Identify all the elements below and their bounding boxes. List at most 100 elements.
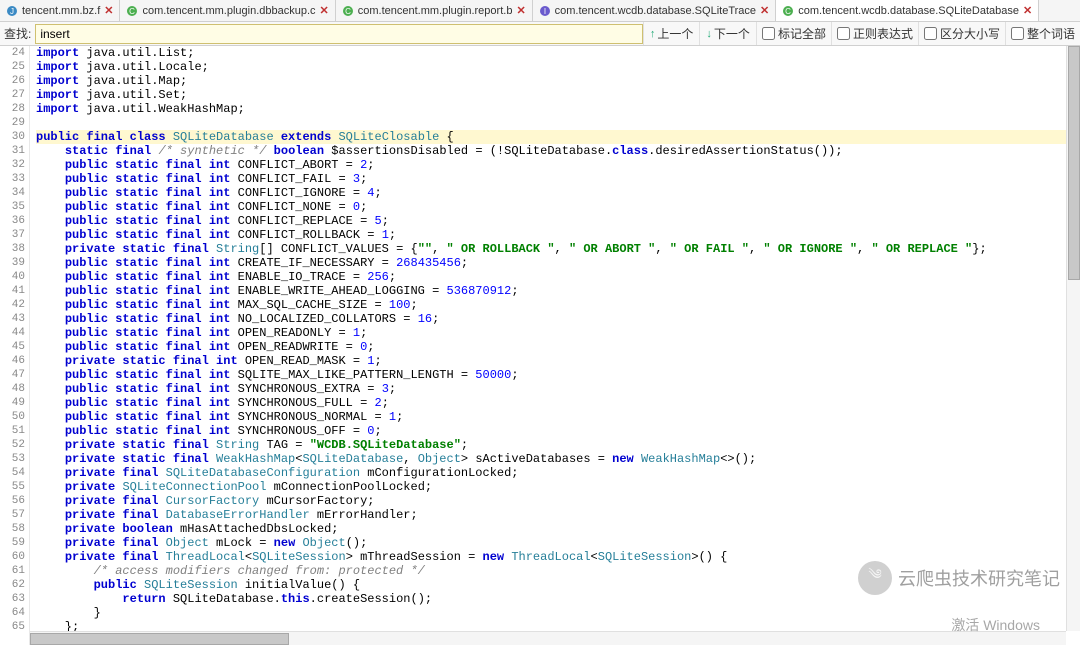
svg-text:J: J (10, 7, 14, 16)
line-number: 31 (0, 144, 25, 158)
editor-tab[interactable]: Icom.tencent.wcdb.database.SQLiteTrace ✕ (533, 0, 777, 21)
file-type-icon: C (782, 5, 794, 17)
close-icon[interactable]: ✕ (320, 4, 329, 17)
horizontal-scrollbar[interactable] (30, 631, 1066, 645)
code-line[interactable]: import java.util.WeakHashMap; (36, 102, 1080, 116)
code-line[interactable]: private static final String TAG = "WCDB.… (36, 438, 1080, 452)
file-type-icon: C (126, 5, 138, 17)
line-number: 26 (0, 74, 25, 88)
code-line[interactable]: private SQLiteConnectionPool mConnection… (36, 480, 1080, 494)
line-number: 42 (0, 298, 25, 312)
line-number: 30 (0, 130, 25, 144)
close-icon[interactable]: ✕ (516, 4, 525, 17)
line-number: 48 (0, 382, 25, 396)
svg-text:C: C (345, 7, 351, 16)
close-icon[interactable]: ✕ (760, 4, 769, 17)
code-line[interactable]: public static final int CONFLICT_REPLACE… (36, 214, 1080, 228)
code-line[interactable]: private final CursorFactory mCursorFacto… (36, 494, 1080, 508)
search-option[interactable]: 正则表达式 (831, 22, 918, 45)
code-line[interactable]: private final ThreadLocal<SQLiteSession>… (36, 550, 1080, 564)
code-line[interactable] (36, 116, 1080, 130)
checkbox[interactable] (1011, 27, 1024, 40)
code-line[interactable]: private final Object mLock = new Object(… (36, 536, 1080, 550)
code-line[interactable]: import java.util.Locale; (36, 60, 1080, 74)
code-line[interactable]: public static final int CONFLICT_FAIL = … (36, 172, 1080, 186)
code-line[interactable]: import java.util.List; (36, 46, 1080, 60)
code-line[interactable]: } (36, 606, 1080, 620)
editor-tab[interactable]: Ccom.tencent.wcdb.database.SQLiteDatabas… (776, 0, 1039, 21)
tab-label: com.tencent.mm.plugin.report.b (358, 5, 513, 17)
search-bar: 查找: ↑上一个 ↓下一个 标记全部正则表达式区分大小写整个词语 (0, 22, 1080, 46)
code-line[interactable]: public static final int OPEN_READONLY = … (36, 326, 1080, 340)
code-line[interactable]: private static final WeakHashMap<SQLiteD… (36, 452, 1080, 466)
search-option[interactable]: 区分大小写 (918, 22, 1005, 45)
checkbox[interactable] (762, 27, 775, 40)
line-number: 60 (0, 550, 25, 564)
code-area[interactable]: import java.util.List;import java.util.L… (30, 46, 1080, 645)
close-icon[interactable]: ✕ (1023, 4, 1032, 17)
line-number: 36 (0, 214, 25, 228)
search-input[interactable] (35, 24, 643, 44)
checkbox[interactable] (837, 27, 850, 40)
code-line[interactable]: public static final int SYNCHRONOUS_OFF … (36, 424, 1080, 438)
line-number: 56 (0, 494, 25, 508)
line-number: 61 (0, 564, 25, 578)
close-icon[interactable]: ✕ (104, 4, 113, 17)
code-line[interactable]: public static final int OPEN_READWRITE =… (36, 340, 1080, 354)
code-line[interactable]: import java.util.Map; (36, 74, 1080, 88)
scrollbar-thumb[interactable] (1068, 46, 1080, 280)
editor-tab[interactable]: Jtencent.mm.bz.f ✕ (0, 0, 120, 21)
line-number: 25 (0, 60, 25, 74)
line-number: 64 (0, 606, 25, 620)
code-line[interactable]: public final class SQLiteDatabase extend… (36, 130, 1080, 144)
file-type-icon: C (342, 5, 354, 17)
code-line[interactable]: /* access modifiers changed from: protec… (36, 564, 1080, 578)
tab-label: tencent.mm.bz.f (22, 5, 100, 17)
svg-text:C: C (785, 7, 791, 16)
find-next-button[interactable]: ↓下一个 (699, 22, 756, 45)
code-line[interactable]: public static final int CREATE_IF_NECESS… (36, 256, 1080, 270)
code-line[interactable]: public static final int SYNCHRONOUS_FULL… (36, 396, 1080, 410)
code-line[interactable]: public static final int CONFLICT_IGNORE … (36, 186, 1080, 200)
find-prev-button[interactable]: ↑上一个 (643, 22, 700, 45)
editor-tab[interactable]: Ccom.tencent.mm.plugin.dbbackup.c ✕ (120, 0, 335, 21)
file-type-icon: I (539, 5, 551, 17)
code-line[interactable]: public static final int CONFLICT_NONE = … (36, 200, 1080, 214)
code-line[interactable]: private final SQLiteDatabaseConfiguratio… (36, 466, 1080, 480)
vertical-scrollbar[interactable] (1066, 46, 1080, 631)
code-line[interactable]: public SQLiteSession initialValue() { (36, 578, 1080, 592)
line-number: 34 (0, 186, 25, 200)
editor-tab[interactable]: Ccom.tencent.mm.plugin.report.b ✕ (336, 0, 533, 21)
scrollbar-thumb[interactable] (30, 633, 289, 645)
search-label: 查找: (0, 25, 35, 42)
line-number: 43 (0, 312, 25, 326)
code-line[interactable]: private static final int OPEN_READ_MASK … (36, 354, 1080, 368)
code-line[interactable]: private static final String[] CONFLICT_V… (36, 242, 1080, 256)
code-line[interactable]: public static final int ENABLE_IO_TRACE … (36, 270, 1080, 284)
line-number: 49 (0, 396, 25, 410)
code-line[interactable]: public static final int CONFLICT_ABORT =… (36, 158, 1080, 172)
code-line[interactable]: public static final int CONFLICT_ROLLBAC… (36, 228, 1080, 242)
code-line[interactable]: private final DatabaseErrorHandler mErro… (36, 508, 1080, 522)
file-type-icon: J (6, 5, 18, 17)
line-number: 63 (0, 592, 25, 606)
code-line[interactable]: public static final int MAX_SQL_CACHE_SI… (36, 298, 1080, 312)
code-line[interactable]: public static final int NO_LOCALIZED_COL… (36, 312, 1080, 326)
code-line[interactable]: public static final int SYNCHRONOUS_NORM… (36, 410, 1080, 424)
line-number: 24 (0, 46, 25, 60)
code-line[interactable]: import java.util.Set; (36, 88, 1080, 102)
code-line[interactable]: public static final int SYNCHRONOUS_EXTR… (36, 382, 1080, 396)
line-number: 55 (0, 480, 25, 494)
line-number: 37 (0, 228, 25, 242)
code-line[interactable]: return SQLiteDatabase.this.createSession… (36, 592, 1080, 606)
line-number: 41 (0, 284, 25, 298)
code-line[interactable]: static final /* synthetic */ boolean $as… (36, 144, 1080, 158)
code-line[interactable]: public static final int SQLITE_MAX_LIKE_… (36, 368, 1080, 382)
search-option[interactable]: 整个词语 (1005, 22, 1080, 45)
code-line[interactable]: public static final int ENABLE_WRITE_AHE… (36, 284, 1080, 298)
code-editor[interactable]: 2425262728293031323334353637383940414243… (0, 46, 1080, 645)
code-line[interactable]: private boolean mHasAttachedDbsLocked; (36, 522, 1080, 536)
line-number: 27 (0, 88, 25, 102)
checkbox[interactable] (924, 27, 937, 40)
search-option[interactable]: 标记全部 (756, 22, 831, 45)
